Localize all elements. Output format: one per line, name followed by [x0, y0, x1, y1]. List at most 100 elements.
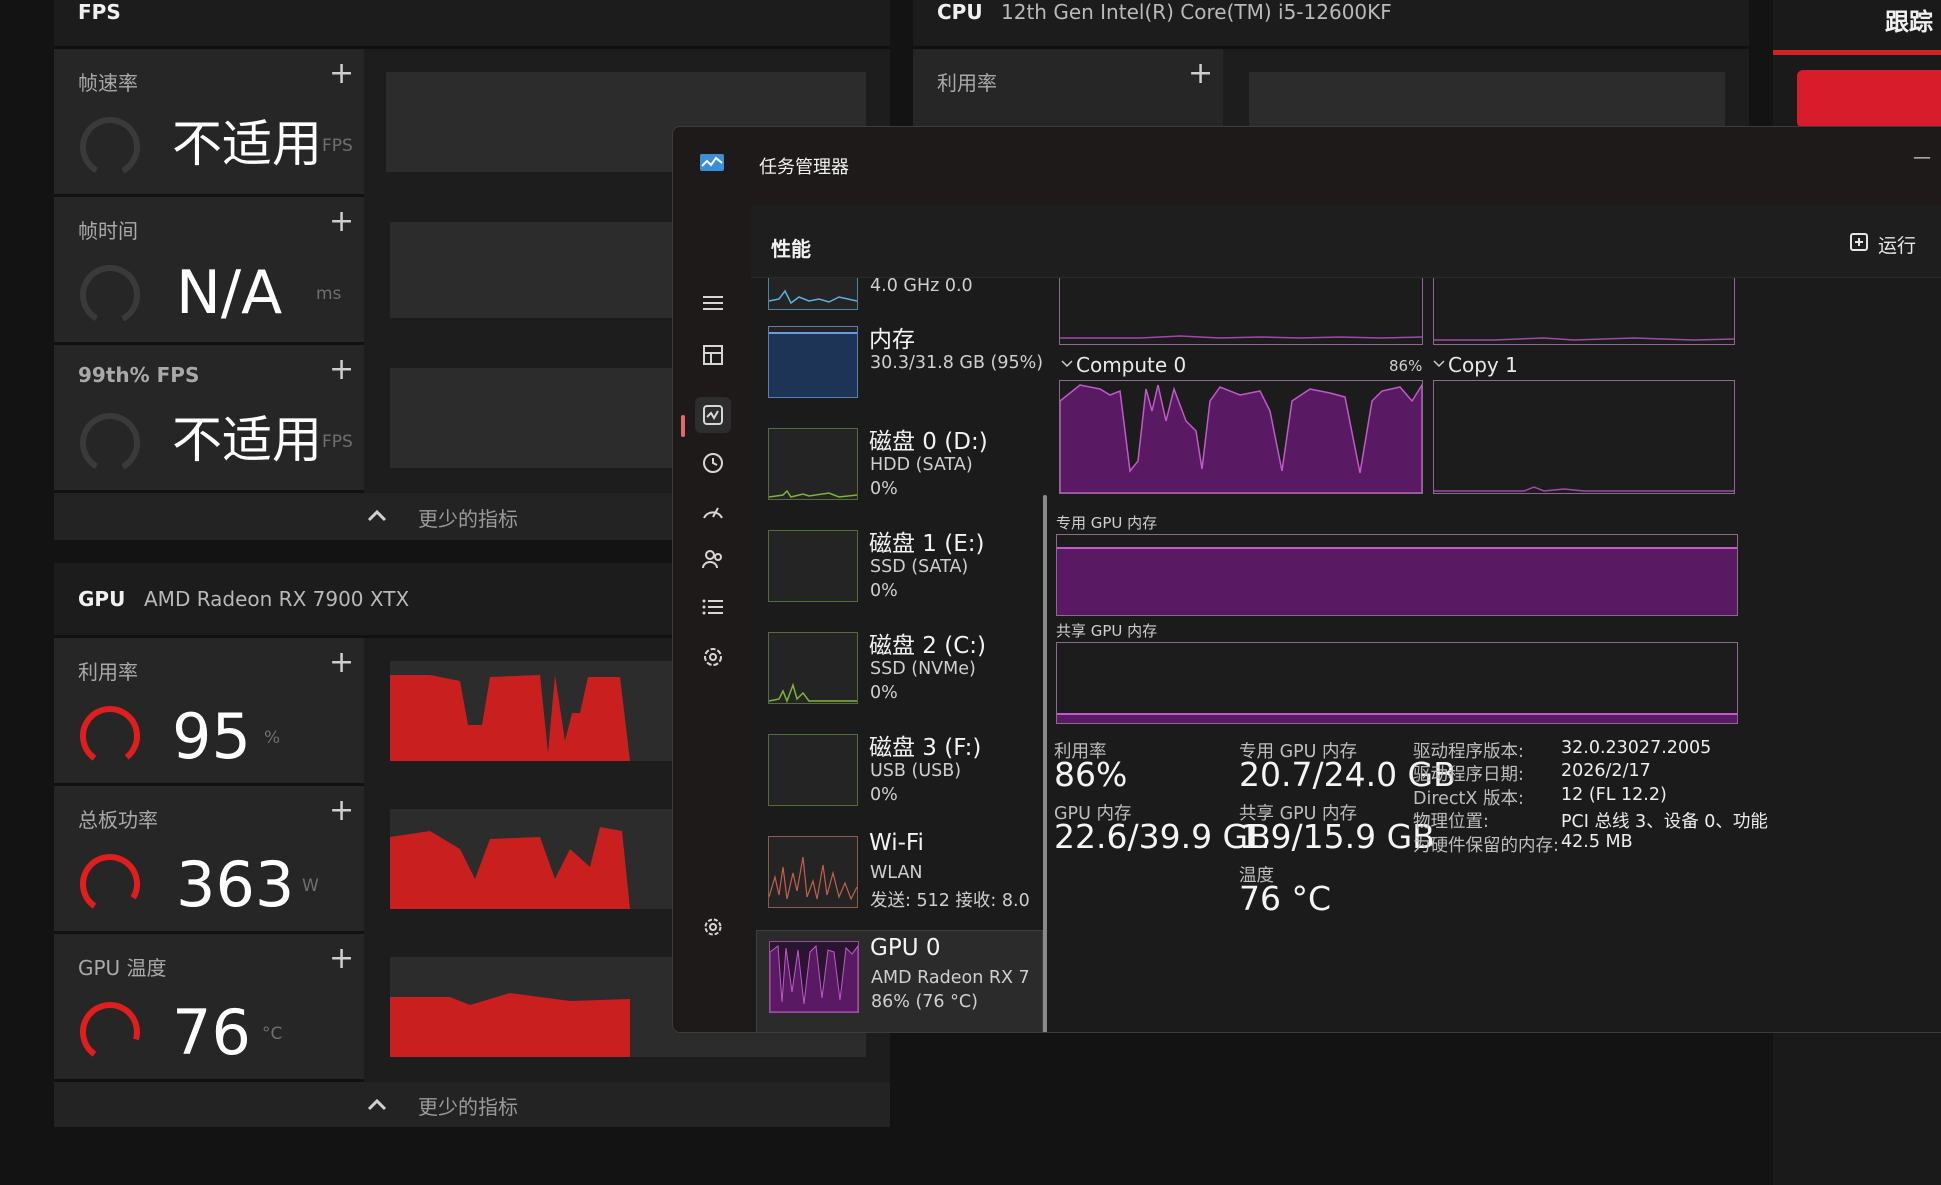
metric-unit: FPS [322, 136, 353, 156]
list-item-gpu-0[interactable]: GPU 0 AMD Radeon RX 7 86% (76 °C) [756, 930, 1043, 1032]
compute-0-area [1060, 383, 1422, 493]
list-item-disk-2[interactable]: 磁盘 2 (C:) SSD (NVMe) 0% [756, 622, 1041, 720]
startup-apps-icon[interactable] [695, 493, 731, 529]
chevron-down-icon[interactable] [1061, 359, 1073, 369]
utilization-value: 86% [1054, 755, 1128, 794]
dedicated-gpu-memory-graph [1056, 534, 1738, 616]
settings-gear-icon[interactable] [695, 909, 731, 945]
metric-label: GPU 温度 [78, 956, 167, 980]
metric-cpu-utilization: 利用率 + [913, 49, 1223, 132]
processes-icon[interactable] [695, 337, 731, 373]
metric-unit: FPS [322, 432, 353, 452]
metric-value: N/A [176, 258, 283, 328]
disk-1-usage: 0% [870, 581, 898, 601]
gpu-0-name: GPU 0 [870, 935, 941, 961]
page-title: 性能 [771, 237, 811, 261]
gpu-0-usage: 86% (76 °C) [871, 992, 978, 1012]
page-header: 性能 运行 [751, 205, 1941, 278]
memory-item-name: 内存 [869, 327, 915, 353]
metric-value: 76 [172, 996, 251, 1069]
driver-date-key: 驱动程序日期: [1413, 765, 1524, 785]
directx-version-value: 12 (FL 12.2) [1561, 785, 1667, 805]
details-icon[interactable] [695, 589, 731, 625]
tracking-red-block [1797, 70, 1941, 128]
chevron-up-icon [367, 509, 387, 522]
cpu-panel-title: CPU [937, 0, 983, 24]
run-new-task-button[interactable]: 运行 [1878, 231, 1916, 258]
task-manager-window: 任务管理器 — 性能 运行 4.0 GHz 0.0 内存 30.3/31.8 G… [672, 126, 1941, 1033]
list-item-disk-0[interactable]: 磁盘 0 (D:) HDD (SATA) 0% [756, 418, 1041, 516]
hardware-reserved-memory-key: 为硬件保留的内存: [1413, 836, 1559, 856]
metric-unit: °C [262, 1024, 283, 1044]
run-new-task-icon[interactable] [1849, 232, 1871, 254]
tracking-panel-title: 跟踪 [1885, 8, 1933, 36]
disk-1-name: 磁盘 1 (E:) [869, 531, 985, 557]
memory-thumbnail [768, 326, 858, 398]
fewer-metrics-toggle[interactable]: 更少的指标 [54, 1082, 890, 1127]
add-metric-icon[interactable]: + [1188, 59, 1213, 89]
services-icon[interactable] [695, 639, 731, 675]
gauge-ring-icon [80, 706, 140, 766]
performance-page: 性能 运行 4.0 GHz 0.0 内存 30.3/31.8 GB (95%) [751, 205, 1941, 1032]
physical-location-key: 物理位置: [1413, 812, 1489, 832]
disk-3-name: 磁盘 3 (F:) [869, 735, 982, 761]
gpu-0-thumbnail [769, 941, 859, 1013]
dedicated-gpu-memory-fill [1057, 547, 1737, 615]
add-metric-icon[interactable]: + [329, 207, 354, 237]
copy-1-label[interactable]: Copy 1 [1448, 353, 1518, 377]
temperature-value: 76 °C [1239, 879, 1332, 918]
add-metric-icon[interactable]: + [329, 59, 354, 89]
driver-version-key: 驱动程序版本: [1413, 742, 1524, 762]
metric-value: 363 [176, 848, 295, 921]
compute-0-label[interactable]: Compute 0 [1076, 353, 1186, 377]
list-item-wifi[interactable]: Wi-Fi WLAN 发送: 512 接收: 8.0 [756, 826, 1041, 924]
list-item-memory[interactable]: 内存 30.3/31.8 GB (95%) [756, 316, 1044, 414]
metric-gpu-utilization: 利用率 + 95 % [54, 638, 364, 786]
copy-1-graph [1433, 380, 1735, 494]
disk-2-thumbnail [768, 632, 858, 704]
fewer-metrics-label: 更少的指标 [418, 507, 518, 531]
physical-location-value: PCI 总线 3、设备 0、功能 [1561, 812, 1768, 832]
shared-gpu-memory-label: 共享 GPU 内存 [1056, 622, 1158, 640]
metric-label: 总板功率 [78, 808, 158, 832]
minimize-button[interactable]: — [1913, 147, 1931, 168]
app-history-icon[interactable] [695, 445, 731, 481]
disk-1-type: SSD (SATA) [870, 557, 969, 577]
compute-0-graph [1059, 380, 1423, 494]
device-list-scrollbar[interactable] [1043, 495, 1047, 1032]
shared-memory-value: 1.9/15.9 GB [1239, 817, 1435, 856]
nav-rail [673, 197, 753, 1032]
cpu-panel-subtitle: 12th Gen Intel(R) Core(TM) i5-12600KF [1001, 0, 1392, 24]
hardware-reserved-memory-value: 42.5 MB [1561, 832, 1633, 852]
add-metric-icon[interactable]: + [329, 944, 354, 974]
add-metric-icon[interactable]: + [329, 648, 354, 678]
gpu-panel-title: GPU [78, 587, 126, 611]
memory-item-usage: 30.3/31.8 GB (95%) [870, 353, 1044, 373]
gpu-0-model: AMD Radeon RX 7 [871, 968, 1030, 988]
metric-gpu-temperature: GPU 温度 + 76 °C [54, 934, 364, 1082]
list-item-disk-1[interactable]: 磁盘 1 (E:) SSD (SATA) 0% [756, 520, 1041, 618]
metric-99th-fps: 99th% FPS + 不适用 FPS [54, 345, 364, 493]
shared-gpu-memory-fill [1057, 713, 1737, 723]
list-item-disk-3[interactable]: 磁盘 3 (F:) USB (USB) 0% [756, 724, 1041, 822]
dedicated-gpu-memory-label: 专用 GPU 内存 [1056, 514, 1158, 532]
gauge-ring-icon [80, 1002, 140, 1062]
add-metric-icon[interactable]: + [329, 355, 354, 385]
gpu-panel-subtitle: AMD Radeon RX 7900 XTX [144, 587, 410, 611]
chevron-up-icon [367, 1098, 387, 1111]
task-manager-app-icon [700, 154, 724, 171]
disk-0-thumbnail [768, 428, 858, 500]
directx-version-key: DirectX 版本: [1413, 789, 1524, 809]
metric-value: 95 [172, 700, 251, 773]
metric-label: 帧时间 [78, 219, 138, 243]
disk-1-thumbnail [768, 530, 858, 602]
hamburger-menu-icon[interactable] [695, 285, 731, 321]
disk-3-thumbnail [768, 734, 858, 806]
chevron-down-icon[interactable] [1433, 359, 1445, 369]
wifi-throughput: 发送: 512 接收: 8.0 [870, 891, 1030, 911]
cpu-panel-header: CPU 12th Gen Intel(R) Core(TM) i5-12600K… [913, 0, 1749, 49]
metric-label: 帧速率 [78, 71, 138, 95]
users-icon[interactable] [695, 541, 731, 577]
performance-icon[interactable] [695, 397, 731, 433]
add-metric-icon[interactable]: + [329, 796, 354, 826]
